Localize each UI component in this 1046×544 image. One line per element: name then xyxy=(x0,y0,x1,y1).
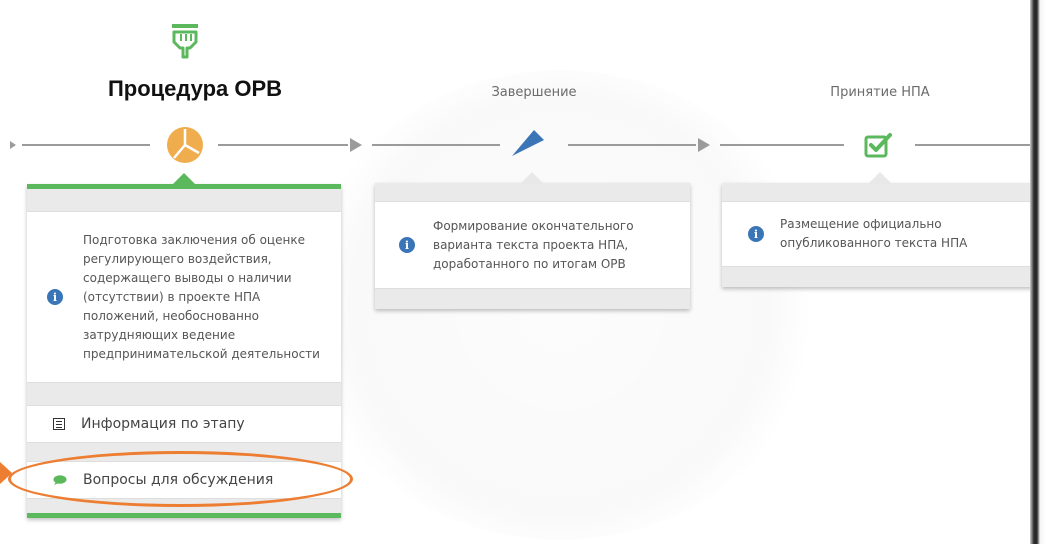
description-line: Формирование окончательного xyxy=(433,218,634,233)
card-body: i Размещение официально опубликованного … xyxy=(722,201,1038,267)
flag-arrow-icon[interactable] xyxy=(510,124,558,162)
card-pointer xyxy=(868,172,892,184)
timeline-start-arrow xyxy=(10,141,16,149)
menu-item-stage-info[interactable]: Информация по этапу xyxy=(27,405,341,443)
card-top-bar xyxy=(27,184,341,189)
stage-card-completion: i Формирование окончательного варианта т… xyxy=(375,172,690,309)
stage-title-completion[interactable]: Завершение xyxy=(434,85,634,100)
card-band xyxy=(27,383,341,405)
info-icon[interactable]: i xyxy=(47,289,63,305)
timeline-arrow xyxy=(350,138,362,152)
description-line: содержащего выводы о наличии xyxy=(83,270,292,285)
timeline-segment xyxy=(22,144,150,146)
description-line: затрудняющих ведение xyxy=(83,327,236,342)
menu-item-label: Информация по этапу xyxy=(81,416,245,432)
description-line: доработанного по итогам ОРВ xyxy=(433,256,626,271)
pie-chart-icon[interactable] xyxy=(166,126,204,168)
info-icon[interactable]: i xyxy=(748,226,764,242)
description-line: варианта текста проекта НПА, xyxy=(433,237,629,252)
description-line: Размещение официально xyxy=(780,217,942,231)
window-edge xyxy=(1030,0,1046,544)
card-band xyxy=(27,189,341,211)
description-line: Подготовка заключения об оценке xyxy=(83,232,305,247)
info-icon[interactable]: i xyxy=(399,237,415,253)
timeline-segment xyxy=(218,144,348,146)
timeline-segment xyxy=(372,144,500,146)
checkbox-checked-icon[interactable] xyxy=(864,132,892,162)
stage-description: Подготовка заключения об оценке регулиру… xyxy=(83,231,320,364)
stage-title-orv[interactable]: Процедура ОРВ xyxy=(60,76,330,102)
description-line: опубликованного текста НПА xyxy=(780,236,968,250)
stage-title-npa-adoption[interactable]: Принятие НПА xyxy=(780,85,980,100)
card-band xyxy=(722,267,1038,287)
card-pointer xyxy=(520,172,544,184)
timeline-segment xyxy=(915,144,1030,146)
description-line: регулирующего воздействия, xyxy=(83,251,272,266)
timeline-segment xyxy=(568,144,696,146)
card-body: i Формирование окончательного варианта т… xyxy=(375,201,690,289)
annotation-arrow xyxy=(0,462,12,484)
document-list-icon xyxy=(53,418,65,430)
timeline-arrow xyxy=(698,138,710,152)
card-band xyxy=(375,183,690,201)
highlight-ellipse xyxy=(8,451,353,507)
description-line: положений, необоснованно xyxy=(83,308,260,323)
hand-pointer-icon xyxy=(168,22,202,64)
card-bottom-bar xyxy=(27,513,341,518)
card-body: i Подготовка заключения об оценке регули… xyxy=(27,211,341,383)
description-line: (отсутствии) в проекте НПА xyxy=(83,289,261,304)
timeline-segment xyxy=(720,144,844,146)
stage-description: Размещение официально опубликованного те… xyxy=(780,215,967,253)
stage-description: Формирование окончательного варианта тек… xyxy=(433,217,634,274)
card-band xyxy=(375,289,690,309)
description-line: предпринимательской деятельности xyxy=(83,346,320,361)
stage-card-npa-adoption: i Размещение официально опубликованного … xyxy=(722,172,1038,287)
card-band xyxy=(722,183,1038,201)
